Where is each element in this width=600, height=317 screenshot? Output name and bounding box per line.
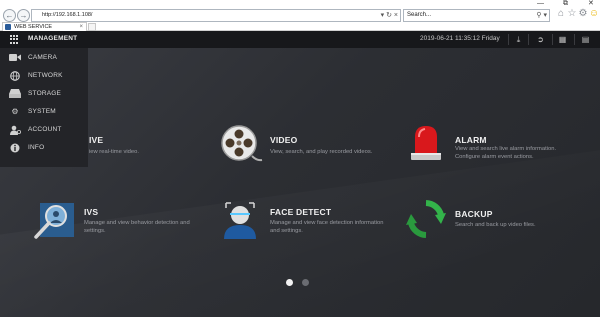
tile-title: FACE DETECT <box>270 207 332 217</box>
side-menu: CAMERA NETWORK STORAGE ⚙ SYSTEM ACCOUNT <box>0 48 88 167</box>
tile-title: ALARM <box>455 135 487 145</box>
menu-label: ACCOUNT <box>28 126 62 133</box>
tile-description: View, search, and play recorded videos. <box>270 149 373 155</box>
close-window-icon[interactable]: ✕ <box>588 0 594 7</box>
pager-dot-active[interactable] <box>286 279 293 286</box>
menu-item-system[interactable]: ⚙ SYSTEM <box>0 103 88 121</box>
forward-arrow-icon[interactable]: → <box>17 9 30 22</box>
tab-title: WEB SERVICE <box>14 24 53 30</box>
tile-description: Manage and view behavior detection and <box>84 220 190 226</box>
search-placeholder: Search... <box>407 12 432 18</box>
menu-label: NETWORK <box>28 72 63 79</box>
gears-icon: ⚙ <box>11 107 19 116</box>
grid-menu-icon[interactable] <box>10 35 19 44</box>
search-icon[interactable]: ⚲ ▾ <box>536 10 547 21</box>
menu-item-storage[interactable]: STORAGE <box>0 85 88 103</box>
tile-description: settings. <box>84 228 106 234</box>
refresh-icon[interactable]: ▾ ↻ × <box>381 10 398 21</box>
menu-item-info[interactable]: INFO <box>0 139 88 157</box>
divider <box>528 34 529 45</box>
menu-label: SYSTEM <box>28 108 56 115</box>
tile-title: IVE <box>89 135 104 145</box>
top-bar: MANAGEMENT 2019-06-21 11:35:12 Friday ⤓ … <box>0 31 600 48</box>
datetime-display: 2019-06-21 11:35:12 Friday <box>420 35 500 42</box>
tab-close-icon[interactable]: × <box>79 23 83 31</box>
restore-icon[interactable]: ⧉ <box>563 0 568 7</box>
back-arrow-icon[interactable]: ← <box>3 9 16 22</box>
pager-dot[interactable] <box>302 279 309 286</box>
menu-label: INFO <box>28 144 45 151</box>
backup-refresh-icon <box>404 197 448 241</box>
app-title: MANAGEMENT <box>28 35 78 42</box>
tile-title: VIDEO <box>270 135 298 145</box>
layout-icon[interactable]: ▦ <box>557 34 568 45</box>
globe-icon <box>9 71 21 81</box>
film-reel-icon <box>219 123 263 167</box>
minimize-icon[interactable]: — <box>537 0 544 7</box>
fullscreen-icon[interactable]: ▤ <box>580 34 591 45</box>
tile-description: and settings. <box>270 228 303 234</box>
menu-item-camera[interactable]: CAMERA <box>0 49 88 67</box>
storage-icon <box>9 89 21 99</box>
menu-label: STORAGE <box>28 90 62 97</box>
menu-item-account[interactable]: ACCOUNT <box>0 121 88 139</box>
menu-label: CAMERA <box>28 54 58 61</box>
search-input[interactable]: Search... ⚲ ▾ <box>403 9 550 22</box>
divider <box>574 34 575 45</box>
tab-favicon-icon <box>5 24 11 30</box>
camera-icon <box>9 53 21 63</box>
tab-web-service[interactable]: WEB SERVICE × <box>2 22 87 31</box>
tile-description: Search and back up video files. <box>455 222 536 228</box>
logout-icon[interactable]: ➲ <box>535 34 546 45</box>
tile-description: Manage and view face detection informati… <box>270 220 384 226</box>
face-detect-icon <box>220 199 264 243</box>
address-bar[interactable]: http://192.168.1.108/ ▾ ↻ × <box>31 9 401 22</box>
address-url: http://192.168.1.108/ <box>42 12 93 18</box>
divider <box>552 34 553 45</box>
alarm-siren-icon <box>406 123 450 167</box>
smiley-feedback-icon[interactable]: ☺ <box>588 8 600 20</box>
magnifier-person-icon <box>32 199 76 243</box>
app-main: MANAGEMENT 2019-06-21 11:35:12 Friday ⤓ … <box>0 31 600 317</box>
new-tab-button[interactable] <box>88 23 96 31</box>
divider <box>508 34 509 45</box>
info-icon <box>9 143 21 153</box>
browser-chrome: — ⧉ ✕ ← → http://192.168.1.108/ ▾ ↻ × Se… <box>0 0 600 31</box>
tile-title: BACKUP <box>455 209 493 219</box>
tile-title: IVS <box>84 207 99 217</box>
tile-description: iew real-time video. <box>89 149 139 155</box>
menu-item-network[interactable]: NETWORK <box>0 67 88 85</box>
user-icon <box>9 125 21 135</box>
download-icon[interactable]: ⤓ <box>513 34 524 45</box>
tile-description: View and search live alarm information. <box>455 146 557 152</box>
tile-description: Configure alarm event actions. <box>455 154 534 160</box>
